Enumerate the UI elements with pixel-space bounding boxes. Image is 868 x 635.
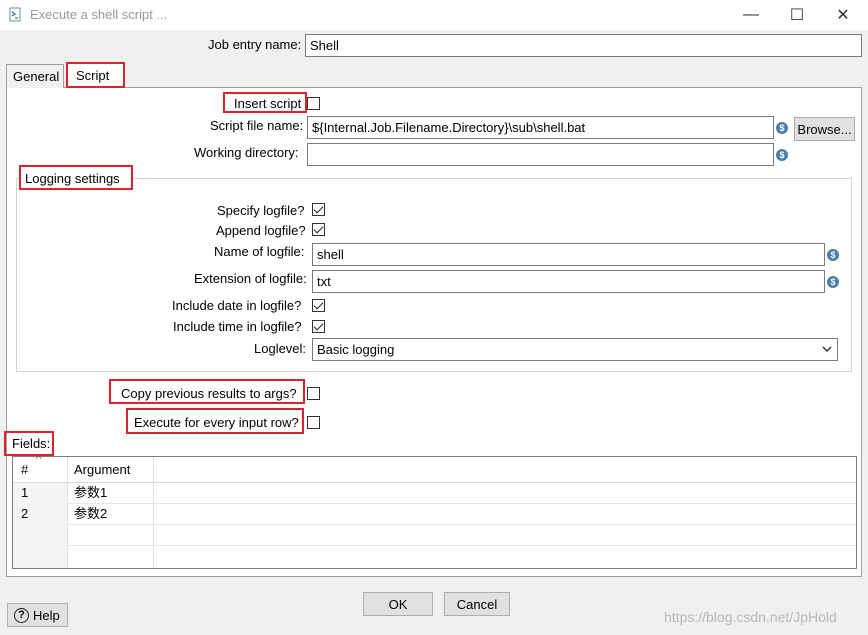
help-icon: ? <box>14 607 29 623</box>
loglevel-select[interactable]: Basic logging <box>312 338 838 361</box>
include-date-label: Include date in logfile? <box>172 298 302 313</box>
maximize-button[interactable]: ☐ <box>774 0 820 30</box>
script-file-name-input[interactable]: ${Internal.Job.Filename.Directory}\sub\s… <box>307 116 774 139</box>
watermark-text: https://blog.csdn.net/JpHold <box>664 609 837 625</box>
job-entry-name-input[interactable]: Shell <box>305 34 862 57</box>
ok-button[interactable]: OK <box>363 592 433 616</box>
row-divider <box>13 545 856 546</box>
tab-general-label: General <box>13 69 60 84</box>
table-row-number: 1 <box>21 485 29 500</box>
highlight-box-script-tab <box>66 62 125 88</box>
cancel-button[interactable]: Cancel <box>444 592 510 616</box>
specify-logfile-checkbox[interactable] <box>312 203 325 216</box>
row-divider <box>13 503 856 504</box>
variable-icon[interactable]: $ <box>827 249 839 261</box>
help-button[interactable]: ? Help <box>7 603 68 627</box>
column-divider <box>153 457 154 568</box>
include-time-checkbox[interactable] <box>312 320 325 333</box>
copy-previous-results-label: Copy previous results to args? <box>121 386 297 401</box>
browse-button[interactable]: Browse... <box>794 117 855 141</box>
append-logfile-label: Append logfile? <box>216 223 306 238</box>
title-bar: Execute a shell script ... — ☐ ✕ <box>0 0 868 30</box>
column-header-argument[interactable]: Argument <box>68 459 136 480</box>
variable-icon[interactable]: $ <box>776 149 788 161</box>
sort-indicator-icon: ^ <box>36 453 42 465</box>
minimize-button[interactable]: — <box>728 0 774 30</box>
name-of-logfile-label: Name of logfile: <box>214 244 305 259</box>
header-divider <box>13 482 856 483</box>
working-directory-input[interactable] <box>307 143 774 166</box>
fields-table[interactable]: ^ # Argument 1 参数1 2 参数2 <box>12 453 857 569</box>
include-time-label: Include time in logfile? <box>173 319 302 334</box>
minimize-icon: — <box>743 6 759 23</box>
close-icon: ✕ <box>836 7 850 24</box>
execute-every-row-label: Execute for every input row? <box>134 415 299 430</box>
loglevel-value: Basic logging <box>317 342 395 357</box>
maximize-icon: ☐ <box>789 7 805 24</box>
table-row-number: 2 <box>21 506 29 521</box>
insert-script-checkbox[interactable] <box>307 97 320 110</box>
help-label: Help <box>33 607 60 623</box>
table-cell-argument[interactable]: 参数1 <box>68 482 113 503</box>
chevron-down-icon <box>822 346 832 353</box>
append-logfile-checkbox[interactable] <box>312 223 325 236</box>
window-title: Execute a shell script ... <box>30 7 168 22</box>
script-file-name-label: Script file name: <box>210 118 304 133</box>
insert-script-label: Insert script <box>234 96 302 111</box>
loglevel-label: Loglevel: <box>254 341 307 356</box>
fields-label: Fields: <box>12 436 51 451</box>
copy-previous-results-checkbox[interactable] <box>307 387 320 400</box>
shell-script-icon <box>9 7 21 22</box>
row-divider <box>13 524 856 525</box>
logging-settings-title: Logging settings <box>25 171 120 186</box>
job-entry-name-label: Job entry name: <box>208 37 302 52</box>
name-of-logfile-input[interactable]: shell <box>312 243 825 266</box>
table-cell-argument[interactable]: 参数2 <box>68 503 113 524</box>
execute-every-row-checkbox[interactable] <box>307 416 320 429</box>
include-date-checkbox[interactable] <box>312 299 325 312</box>
working-directory-label: Working directory: <box>194 145 299 160</box>
variable-icon[interactable]: $ <box>827 276 839 288</box>
tab-general[interactable]: General <box>6 64 64 88</box>
specify-logfile-label: Specify logfile? <box>217 203 305 218</box>
close-button[interactable]: ✕ <box>820 0 866 30</box>
extension-of-logfile-label: Extension of logfile: <box>194 271 307 286</box>
variable-icon[interactable]: $ <box>776 122 788 134</box>
column-header-number[interactable]: # <box>15 459 34 480</box>
extension-of-logfile-input[interactable]: txt <box>312 270 825 293</box>
